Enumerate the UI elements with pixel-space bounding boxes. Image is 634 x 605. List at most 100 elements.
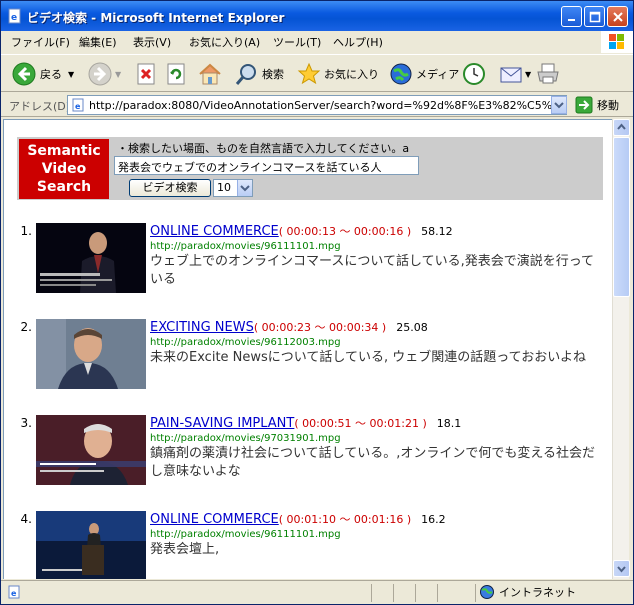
result-time-range: ( 00:00:13 ～ 00:00:16 ) [278, 225, 412, 238]
video-thumbnail[interactable] [36, 319, 146, 389]
minimize-button[interactable] [561, 6, 582, 27]
result-time-range: ( 00:00:23 ～ 00:00:34 ) [253, 321, 387, 334]
result-score: 18.1 [436, 417, 462, 430]
history-button[interactable] [461, 60, 487, 88]
result-title: EXCITING NEWS( 00:00:23 ～ 00:00:34 ) 25.0… [150, 319, 428, 335]
result-item: 3. PAIN-SAVING IMPLANT( 00:00:51 ～ 00:01… [18, 413, 608, 503]
search-query-input[interactable]: 発表会でウェブでのオンラインコマースを話ている人 [114, 156, 419, 175]
back-arrow-icon [12, 62, 36, 86]
result-title-link[interactable]: PAIN-SAVING IMPLANT [150, 416, 294, 431]
result-description: 鎮痛剤の薬漬け社会について話している。,オンラインで何でも変える社会だし意味ない… [150, 446, 595, 479]
title-bar: e ビデオ検索 - Microsoft Internet Explorer [1, 1, 633, 31]
result-title: ONLINE COMMERCE( 00:00:13 ～ 00:00:16 ) 58… [150, 223, 453, 239]
result-number: 1. [20, 224, 32, 238]
video-thumbnail[interactable] [36, 415, 146, 485]
result-item: 4. ONLINE COMMERCE( 00:01:10 ～ 00:01:16 … [18, 509, 608, 579]
scroll-up-button[interactable] [613, 119, 630, 136]
result-title: ONLINE COMMERCE( 00:01:10 ～ 00:01:16 ) 16… [150, 511, 446, 527]
address-dropdown[interactable] [551, 96, 567, 114]
result-url: http://paradox/movies/97031901.mpg [150, 433, 341, 444]
back-label: 戻る [40, 68, 62, 81]
chevron-down-icon [237, 180, 252, 196]
mail-icon [500, 67, 522, 83]
ie-page-icon: e [8, 8, 21, 24]
refresh-button[interactable] [165, 60, 187, 88]
favorites-label: お気に入り [324, 68, 379, 81]
windows-logo-icon [601, 31, 633, 53]
menu-favorites[interactable]: お気に入り(A) [189, 34, 260, 50]
status-bar: e イントラネット [1, 580, 633, 604]
video-thumbnail[interactable] [36, 223, 146, 293]
intranet-globe-icon [480, 585, 494, 599]
address-url: http://paradox:8080/VideoAnnotationServe… [89, 99, 566, 112]
menu-file[interactable]: ファイル(F) [11, 34, 70, 50]
status-divider [371, 584, 372, 602]
result-count-value: 10 [217, 181, 231, 194]
search-button[interactable]: 検索 [235, 60, 284, 88]
back-dropdown-icon[interactable]: ▼ [68, 70, 74, 79]
chevron-down-icon [554, 102, 564, 109]
standard-toolbar: 戻る ▼ ▼ 検索 お気に入り メディア ▼ [1, 54, 633, 92]
address-bar: アドレス(D) e http://paradox:8080/VideoAnnot… [1, 93, 633, 117]
forward-button[interactable]: ▼ [87, 60, 121, 88]
star-icon [297, 62, 321, 85]
result-title: PAIN-SAVING IMPLANT( 00:00:51 ～ 00:01:21… [150, 415, 461, 431]
scroll-down-button[interactable] [613, 560, 630, 577]
svg-text:e: e [75, 102, 81, 111]
result-item: 2. EXCITING NEWS( 00:00:23 ～ 00:00:34 ) 2… [18, 317, 608, 407]
go-arrow-icon [575, 96, 593, 114]
media-label: メディア [416, 68, 460, 81]
search-icon [235, 64, 256, 85]
video-search-button[interactable]: ビデオ検索 [129, 179, 211, 197]
print-button[interactable] [535, 60, 561, 88]
menu-help[interactable]: ヘルプ(H) [333, 34, 383, 50]
result-title-link[interactable]: ONLINE COMMERCE [150, 512, 279, 527]
stop-button[interactable] [135, 60, 157, 88]
video-thumbnail[interactable] [36, 511, 146, 579]
zone-label: イントラネット [499, 586, 576, 599]
semantic-video-search-logo: Semantic Video Search [19, 139, 109, 199]
result-url: http://paradox/movies/96111101.mpg [150, 529, 341, 540]
browser-window: e ビデオ検索 - Microsoft Internet Explorer ファ… [0, 0, 634, 605]
printer-icon [537, 63, 559, 84]
refresh-icon [167, 63, 185, 85]
back-button[interactable]: 戻る ▼ [11, 60, 74, 88]
address-input[interactable]: e http://paradox:8080/VideoAnnotationSer… [67, 95, 567, 115]
result-url: http://paradox/movies/96111101.mpg [150, 241, 341, 252]
result-item: 1. ONLINE COMMERCE( 00:00:13 ～ 00:00:16 … [18, 221, 608, 311]
address-label: アドレス(D) [9, 100, 71, 113]
menu-edit[interactable]: 編集(E) [79, 34, 117, 50]
go-button[interactable]: 移動 [575, 96, 619, 114]
page-icon: e [72, 98, 84, 112]
result-score: 58.12 [421, 225, 453, 238]
search-panel: Semantic Video Search ・検索したい場面、ものを自然言語で入… [17, 137, 603, 200]
result-title-link[interactable]: EXCITING NEWS [150, 320, 254, 335]
menu-tools[interactable]: ツール(T) [273, 34, 321, 50]
home-button[interactable] [197, 60, 223, 88]
result-url: http://paradox/movies/96112003.mpg [150, 337, 341, 348]
result-count-select[interactable]: 10 [213, 179, 253, 197]
vertical-scrollbar[interactable] [612, 119, 630, 579]
result-number: 4. [20, 512, 32, 526]
mail-dropdown-icon[interactable]: ▼ [525, 70, 531, 79]
forward-dropdown-icon[interactable]: ▼ [115, 70, 121, 79]
menu-view[interactable]: 表示(V) [133, 34, 171, 50]
history-icon [463, 63, 485, 85]
result-title-link[interactable]: ONLINE COMMERCE [150, 224, 279, 239]
search-instruction: ・検索したい場面、ものを自然言語で入力してください。a [117, 142, 410, 155]
status-divider [393, 584, 394, 602]
maximize-button[interactable] [584, 6, 605, 27]
page-content: Semantic Video Search ・検索したい場面、ものを自然言語で入… [3, 119, 612, 579]
status-divider [437, 584, 438, 602]
favorites-button[interactable]: お気に入り [297, 60, 379, 88]
chevron-up-icon [617, 123, 626, 130]
scroll-thumb[interactable] [613, 137, 630, 297]
stop-icon [137, 63, 155, 85]
go-label: 移動 [597, 99, 619, 112]
result-score: 16.2 [421, 513, 446, 526]
media-globe-icon [390, 63, 412, 85]
close-button[interactable] [607, 6, 628, 27]
mail-button[interactable]: ▼ [499, 60, 531, 88]
media-button[interactable]: メディア [389, 60, 459, 88]
result-time-range: ( 00:00:51 ～ 00:01:21 ) [294, 417, 427, 430]
